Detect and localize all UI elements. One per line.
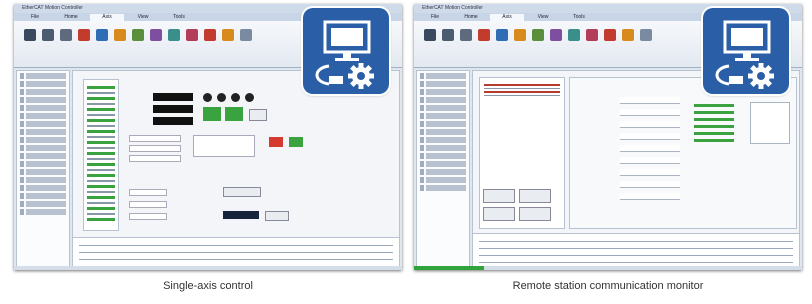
- tool-icon[interactable]: [460, 29, 472, 41]
- tab-axis[interactable]: Axis: [490, 14, 524, 21]
- servo-on-button[interactable]: [203, 107, 221, 121]
- caption-single-axis: Single-axis control: [163, 280, 253, 292]
- param-field[interactable]: [129, 145, 181, 152]
- tool-icon[interactable]: [222, 29, 234, 41]
- status-bar: [414, 266, 802, 270]
- tool-icon[interactable]: [604, 29, 616, 41]
- station-monitor-area: [472, 70, 800, 270]
- action-button[interactable]: [223, 187, 261, 197]
- action-button[interactable]: [519, 189, 551, 203]
- tool-icon[interactable]: [42, 29, 54, 41]
- jog-button[interactable]: [225, 107, 243, 121]
- tool-icon[interactable]: [204, 29, 216, 41]
- tool-icon[interactable]: [640, 29, 652, 41]
- tool-icon[interactable]: [150, 29, 162, 41]
- torque-display: [153, 117, 193, 125]
- tool-icon[interactable]: [168, 29, 180, 41]
- tool-icon[interactable]: [60, 29, 72, 41]
- tab-home[interactable]: Home: [54, 14, 88, 21]
- tool-icon[interactable]: [24, 29, 36, 41]
- project-tree[interactable]: [416, 70, 470, 270]
- tab-file[interactable]: File: [18, 14, 52, 21]
- tool-icon[interactable]: [78, 29, 90, 41]
- tool-icon[interactable]: [586, 29, 598, 41]
- action-button[interactable]: [483, 207, 515, 221]
- knob-icon[interactable]: [245, 93, 254, 102]
- speed-display: [153, 105, 193, 113]
- tab-view[interactable]: View: [526, 14, 560, 21]
- action-button[interactable]: [483, 189, 515, 203]
- axis-control-area: [72, 70, 400, 270]
- monitor-network-gear-icon: [303, 8, 389, 94]
- tool-icon[interactable]: [96, 29, 108, 41]
- tool-icon[interactable]: [550, 29, 562, 41]
- single-axis-panel: EtherCAT Motion Controller File Home Axi…: [14, 4, 402, 292]
- tool-icon[interactable]: [442, 29, 454, 41]
- tool-icon[interactable]: [186, 29, 198, 41]
- tool-icon[interactable]: [532, 29, 544, 41]
- tool-icon[interactable]: [478, 29, 490, 41]
- axis-list[interactable]: [83, 79, 119, 231]
- setting-field[interactable]: [129, 213, 167, 220]
- project-tree[interactable]: [16, 70, 70, 270]
- action-button[interactable]: [519, 207, 551, 221]
- status-bar: [14, 266, 402, 270]
- tool-icon[interactable]: [132, 29, 144, 41]
- caption-remote-monitor: Remote station communication monitor: [512, 280, 704, 292]
- position-display: [153, 93, 193, 101]
- param-field[interactable]: [129, 155, 181, 162]
- station-info-panel: [569, 77, 797, 229]
- alarm-icon: [269, 137, 283, 147]
- knob-icon[interactable]: [203, 93, 212, 102]
- monitor-network-gear-icon: [703, 8, 789, 94]
- remote-monitor-panel: EtherCAT Motion Controller File Home Axi…: [414, 4, 802, 292]
- setting-field[interactable]: [129, 189, 167, 196]
- ready-icon: [289, 137, 303, 147]
- knob-icon[interactable]: [217, 93, 226, 102]
- param-panel[interactable]: [193, 135, 255, 157]
- tab-view[interactable]: View: [126, 14, 160, 21]
- tab-home[interactable]: Home: [454, 14, 488, 21]
- tool-icon[interactable]: [240, 29, 252, 41]
- tool-icon[interactable]: [496, 29, 508, 41]
- tab-tools[interactable]: Tools: [162, 14, 196, 21]
- tool-icon[interactable]: [568, 29, 580, 41]
- stop-button[interactable]: [265, 211, 289, 221]
- tab-axis[interactable]: Axis: [90, 14, 124, 21]
- tool-icon[interactable]: [114, 29, 126, 41]
- window-title: EtherCAT Motion Controller: [422, 5, 483, 11]
- setting-field[interactable]: [129, 201, 167, 208]
- tab-file[interactable]: File: [418, 14, 452, 21]
- knob-icon[interactable]: [231, 93, 240, 102]
- tool-icon[interactable]: [514, 29, 526, 41]
- tab-tools[interactable]: Tools: [562, 14, 596, 21]
- window-title: EtherCAT Motion Controller: [22, 5, 83, 11]
- stop-button[interactable]: [249, 109, 267, 121]
- execute-button[interactable]: [223, 211, 259, 219]
- param-field[interactable]: [129, 135, 181, 142]
- tool-icon[interactable]: [622, 29, 634, 41]
- tool-icon[interactable]: [424, 29, 436, 41]
- message-log: [473, 233, 799, 270]
